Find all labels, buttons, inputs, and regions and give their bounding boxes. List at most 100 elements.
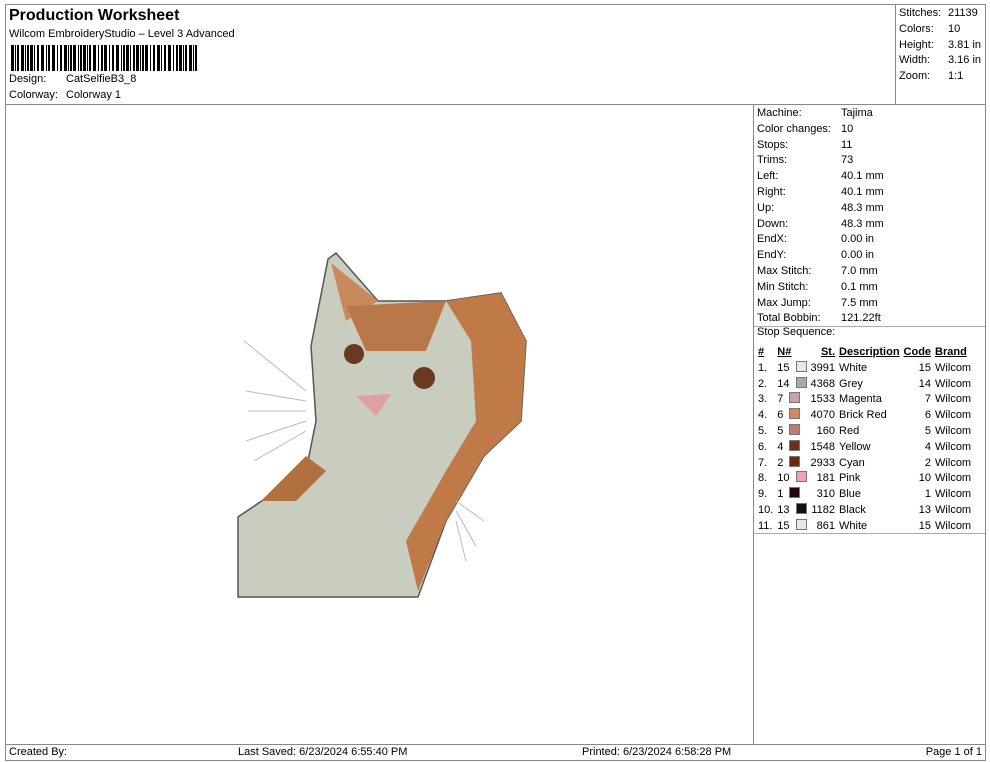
color-swatch: [795, 471, 807, 483]
barcode-bar: [46, 45, 47, 71]
needle-number: 13: [775, 502, 808, 519]
stop-index: 6.: [758, 440, 768, 453]
barcode-bar: [195, 45, 197, 71]
color-swatch: [789, 408, 801, 420]
brand: Wilcom: [935, 409, 972, 422]
brand: Wilcom: [935, 456, 972, 469]
summary-value: 3.81 in: [948, 38, 982, 51]
summary-label: Width:: [899, 54, 931, 67]
barcode-bar: [193, 45, 194, 71]
barcode-bar: [185, 45, 187, 71]
barcode-bar: [123, 45, 125, 71]
needle-number: 5: [775, 423, 808, 440]
machine-row: EndX: 0.00 in: [754, 231, 985, 247]
machine-value: 121.22ft: [841, 312, 881, 325]
barcode-bar: [27, 45, 29, 71]
colorway-name: Colorway 1: [66, 89, 122, 101]
needle-value: 15: [777, 519, 790, 532]
needle-number: 4: [775, 439, 808, 456]
machine-label: EndY:: [757, 249, 787, 262]
brand: Wilcom: [935, 488, 972, 501]
column-header: N#: [777, 346, 792, 358]
color-description: Red: [839, 424, 860, 437]
barcode-bar: [48, 45, 50, 71]
footer: Created By: Last Saved: 6/23/2024 6:55:4…: [5, 744, 986, 761]
barcode-bar: [17, 45, 19, 71]
summary-box: Stitches: 21139 Colors: 10 Height: 3.81 in Wid…: [895, 4, 986, 105]
machine-row: Left: 40.1 mm: [754, 168, 985, 184]
needle-value: 14: [777, 377, 790, 390]
machine-value: Tajima: [841, 107, 873, 119]
summary-row: Stitches: 21139: [896, 5, 985, 21]
barcode-bar: [83, 45, 86, 71]
barcode-bar: [41, 45, 44, 71]
barcode-bar: [93, 45, 96, 71]
barcode-bar: [25, 45, 26, 71]
needle-value: 10: [777, 472, 790, 485]
barcode-bar: [34, 45, 35, 71]
table-row: 6. 4 1548 Yellow 4 Wilcom: [756, 439, 973, 456]
barcode-bar: [176, 45, 178, 71]
colorway-label: Colorway:: [9, 89, 58, 101]
machine-value: 7.0 mm: [841, 265, 878, 277]
barcode-bar: [101, 45, 103, 71]
barcode-bar: [142, 45, 144, 71]
color-description: Yellow: [839, 440, 871, 453]
barcode-bar: [70, 45, 72, 71]
barcode-bar: [104, 45, 107, 71]
barcode-bar: [157, 45, 160, 71]
table-row: 8. 10 181 Pink 10 Wilcom: [756, 471, 973, 487]
machine-row: Color changes: 10: [754, 121, 985, 137]
barcode-bar: [68, 45, 69, 71]
barcode-bar: [183, 45, 184, 71]
needle-value: 7: [777, 393, 784, 406]
machine-value: 40.1 mm: [841, 186, 884, 198]
barcode-bar: [179, 45, 182, 71]
table-row: 5. 5 160 Red 5 Wilcom: [756, 423, 973, 440]
stop-sequence-label: Stop Sequence:: [757, 326, 836, 338]
table-row: 4. 6 4070 Brick Red 6 Wilcom: [756, 408, 973, 424]
color-description: Black: [839, 503, 866, 516]
machine-row: Stops: 11: [754, 137, 985, 153]
color-description: Grey: [839, 377, 863, 390]
machine-label: EndX:: [757, 233, 787, 246]
barcode-bar: [11, 45, 14, 71]
barcode-bar: [121, 45, 122, 71]
summary-label: Stitches:: [899, 7, 942, 19]
table-row: 9. 1 310 Blue 1 Wilcom: [756, 487, 973, 503]
stop-index: 5.: [758, 424, 768, 437]
table-row: 2. 14 4368 Grey 14 Wilcom: [756, 376, 973, 393]
color-swatch: [795, 518, 807, 530]
machine-row: Right: 40.1 mm: [754, 184, 985, 200]
summary-label: Zoom:: [899, 70, 931, 83]
machine-value: 0.1 mm: [841, 280, 878, 293]
brand: Wilcom: [935, 472, 972, 485]
needle-value: 15: [777, 361, 790, 374]
needle-value: 1: [777, 488, 784, 501]
machine-value: 0.00 in: [841, 249, 875, 262]
color-description: Blue: [839, 488, 862, 501]
summary-row: Height: 3.81 in: [896, 37, 985, 53]
stop-index: 10.: [758, 503, 774, 516]
summary-value: 10: [948, 22, 961, 35]
stop-index: 3.: [758, 393, 768, 406]
barcode-bar: [80, 45, 82, 71]
barcode-bar: [37, 45, 39, 71]
stitch-count: 4368: [810, 377, 836, 390]
barcode-bar: [150, 45, 151, 71]
brand: Wilcom: [935, 440, 972, 453]
barcode-bar: [60, 45, 62, 71]
created-by: Created By:: [9, 746, 68, 758]
barcode-bar: [21, 45, 24, 71]
machine-row: Trims: 73: [754, 152, 985, 168]
summary-label: Height:: [899, 38, 934, 51]
color-swatch: [795, 376, 807, 388]
color-swatch: [789, 423, 801, 435]
color-swatch: [789, 487, 801, 499]
color-swatch: [789, 455, 801, 467]
stitch-count: 1548: [810, 440, 836, 453]
divider: [754, 533, 985, 534]
needle-value: 5: [777, 424, 784, 437]
stop-index: 9.: [758, 488, 768, 501]
barcode-bar: [126, 45, 129, 71]
